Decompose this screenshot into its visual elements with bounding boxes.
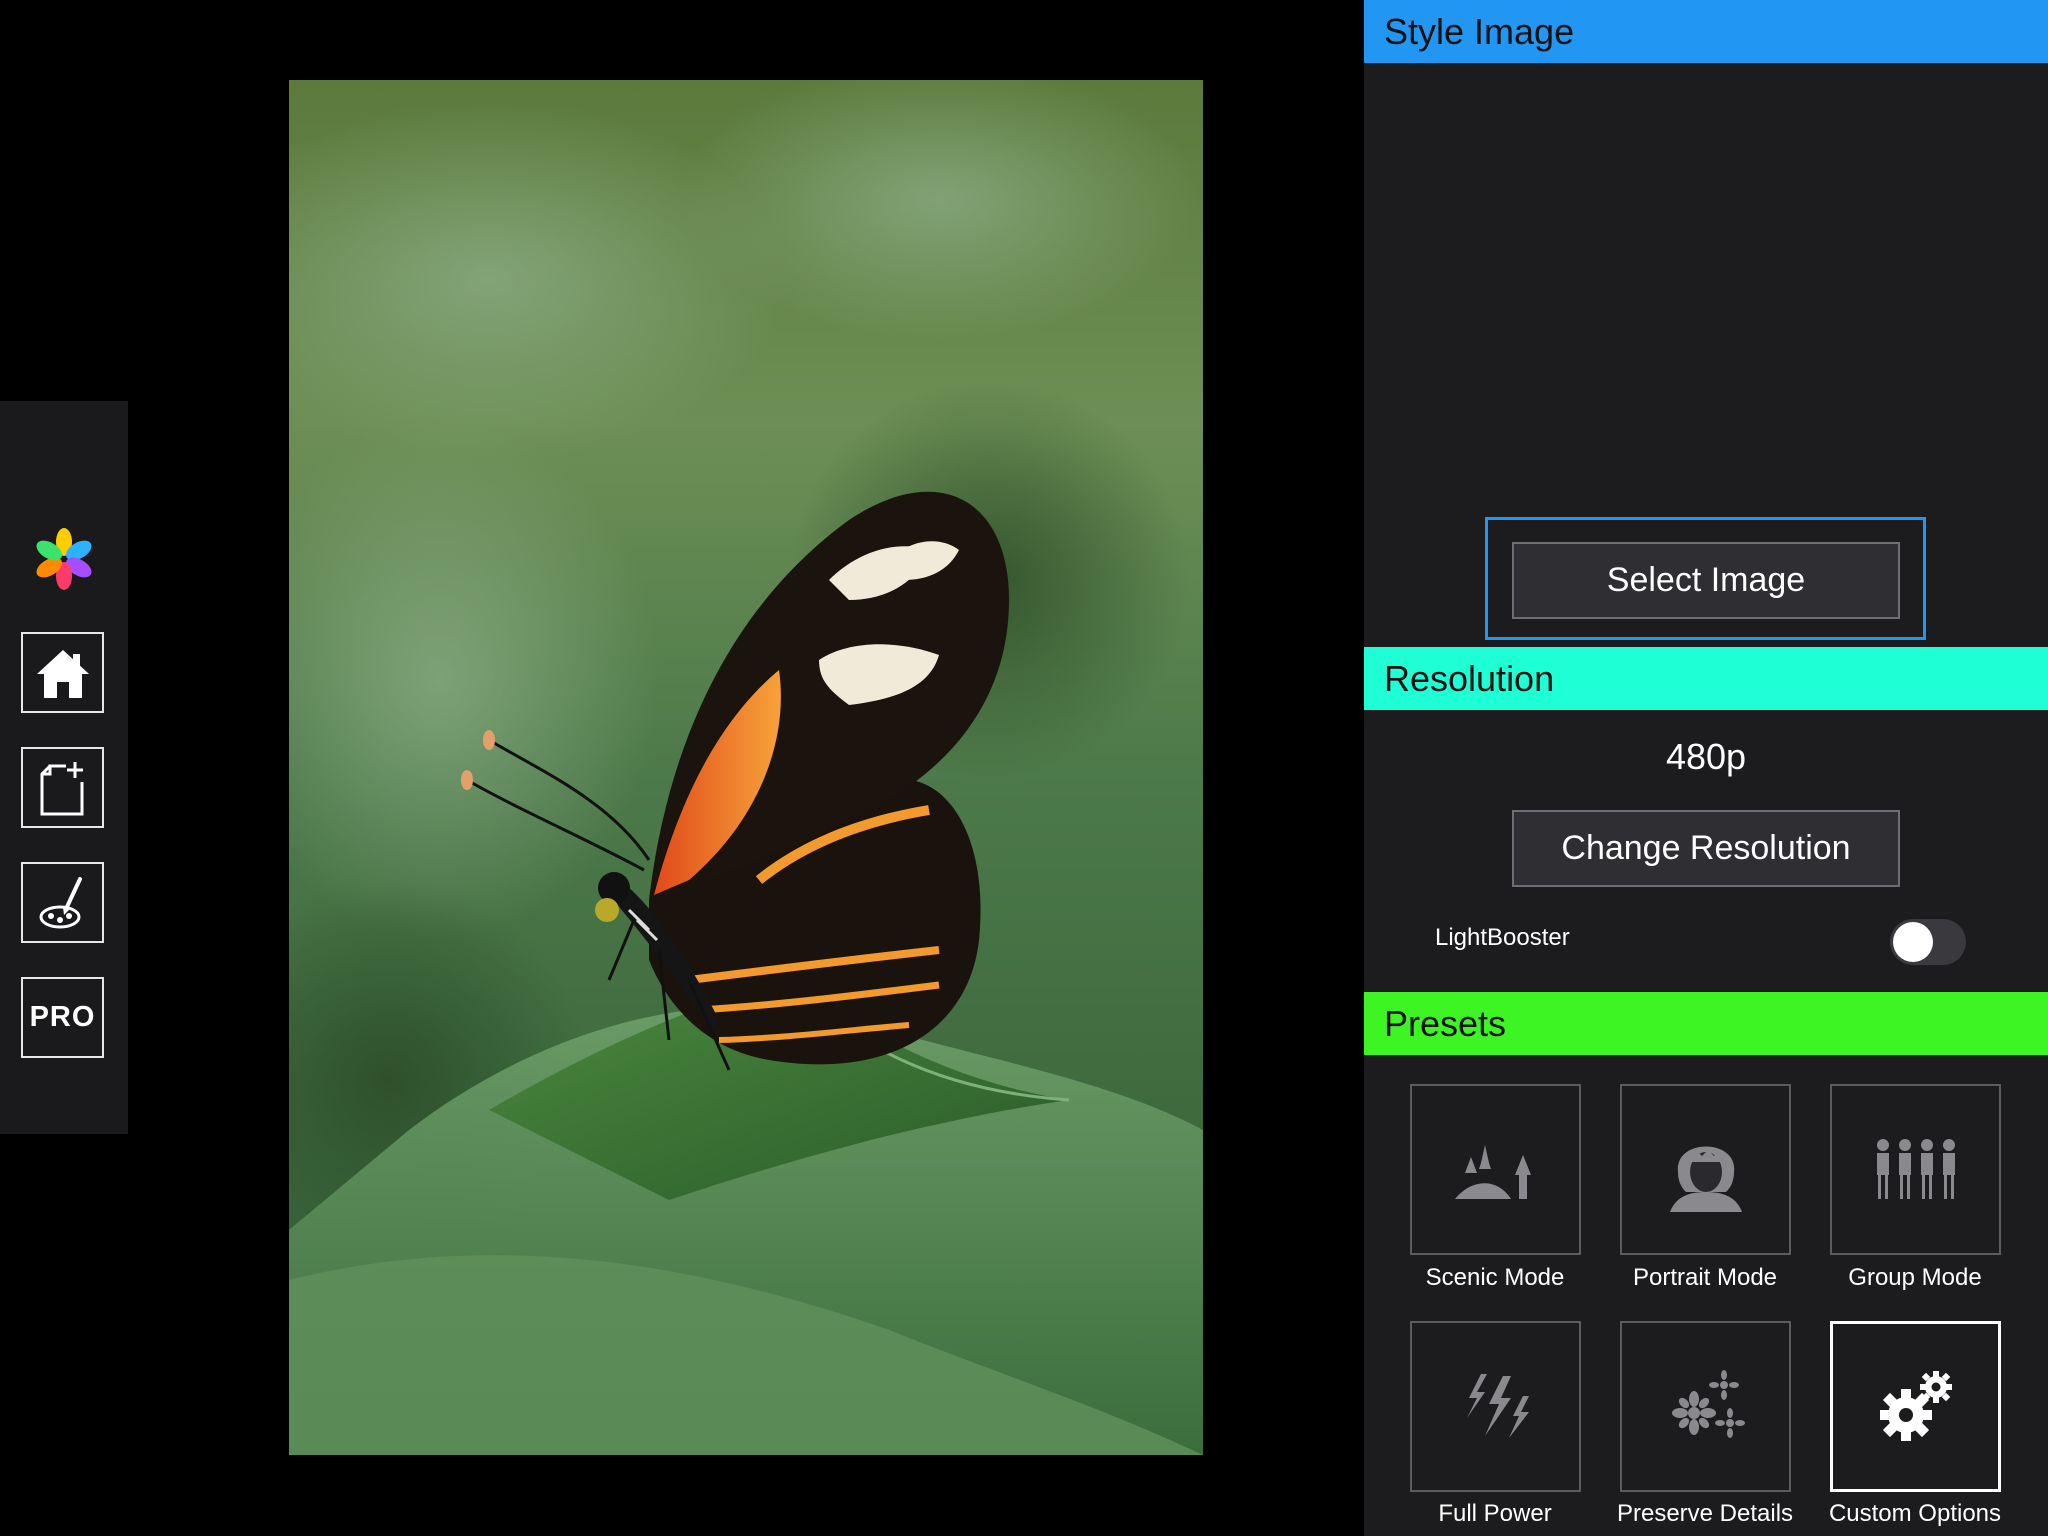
preset-portrait-mode[interactable]	[1620, 1084, 1791, 1255]
pro-button[interactable]: PRO	[21, 977, 104, 1058]
resolution-value: 480p	[1665, 736, 1747, 777]
lightbooster-toggle[interactable]	[1890, 919, 1966, 965]
preset-label-scenic: Scenic Mode	[1425, 1264, 1565, 1291]
group-icon	[1876, 1138, 1955, 1199]
home-icon	[36, 649, 89, 698]
preset-label-custom-options: Custom Options	[1828, 1500, 2002, 1527]
settings-panel: Style Image Select Image Resolution 480p…	[1364, 0, 2048, 1536]
home-button[interactable]	[21, 632, 104, 713]
details-icon	[1671, 1369, 1745, 1438]
preset-group-mode[interactable]	[1830, 1084, 2001, 1255]
main-photo	[289, 80, 1203, 1455]
preset-preserve-details[interactable]	[1620, 1321, 1791, 1492]
style-brush-button[interactable]	[21, 862, 104, 943]
paint-brush-icon	[39, 876, 82, 928]
change-resolution-button[interactable]: Change Resolution	[1512, 810, 1900, 887]
left-toolbar: PRO	[0, 401, 128, 1134]
app-logo-icon[interactable]	[28, 523, 100, 595]
preset-label-full-power: Full Power	[1438, 1500, 1552, 1527]
preset-custom-options[interactable]	[1830, 1321, 2001, 1492]
resolution-header: Resolution	[1364, 647, 2048, 710]
landscape-icon	[1454, 1144, 1531, 1199]
preset-full-power[interactable]	[1410, 1321, 1581, 1492]
pro-label: PRO	[29, 1001, 96, 1033]
preset-label-preserve-details: Preserve Details	[1616, 1500, 1794, 1527]
new-document-button[interactable]	[21, 747, 104, 828]
new-document-icon	[40, 761, 83, 815]
lightbooster-label: LightBooster	[1435, 924, 1570, 951]
preset-scenic-mode[interactable]	[1410, 1084, 1581, 1255]
toggle-knob	[1893, 922, 1933, 962]
style-image-header: Style Image	[1364, 0, 2048, 63]
preset-label-group: Group Mode	[1848, 1264, 1982, 1291]
presets-header: Presets	[1364, 992, 2048, 1055]
lightning-icon	[1466, 1373, 1529, 1438]
select-image-button[interactable]: Select Image	[1512, 542, 1900, 619]
gears-icon	[1879, 1370, 1952, 1441]
portrait-icon	[1669, 1146, 1742, 1212]
preset-label-portrait: Portrait Mode	[1632, 1264, 1778, 1291]
